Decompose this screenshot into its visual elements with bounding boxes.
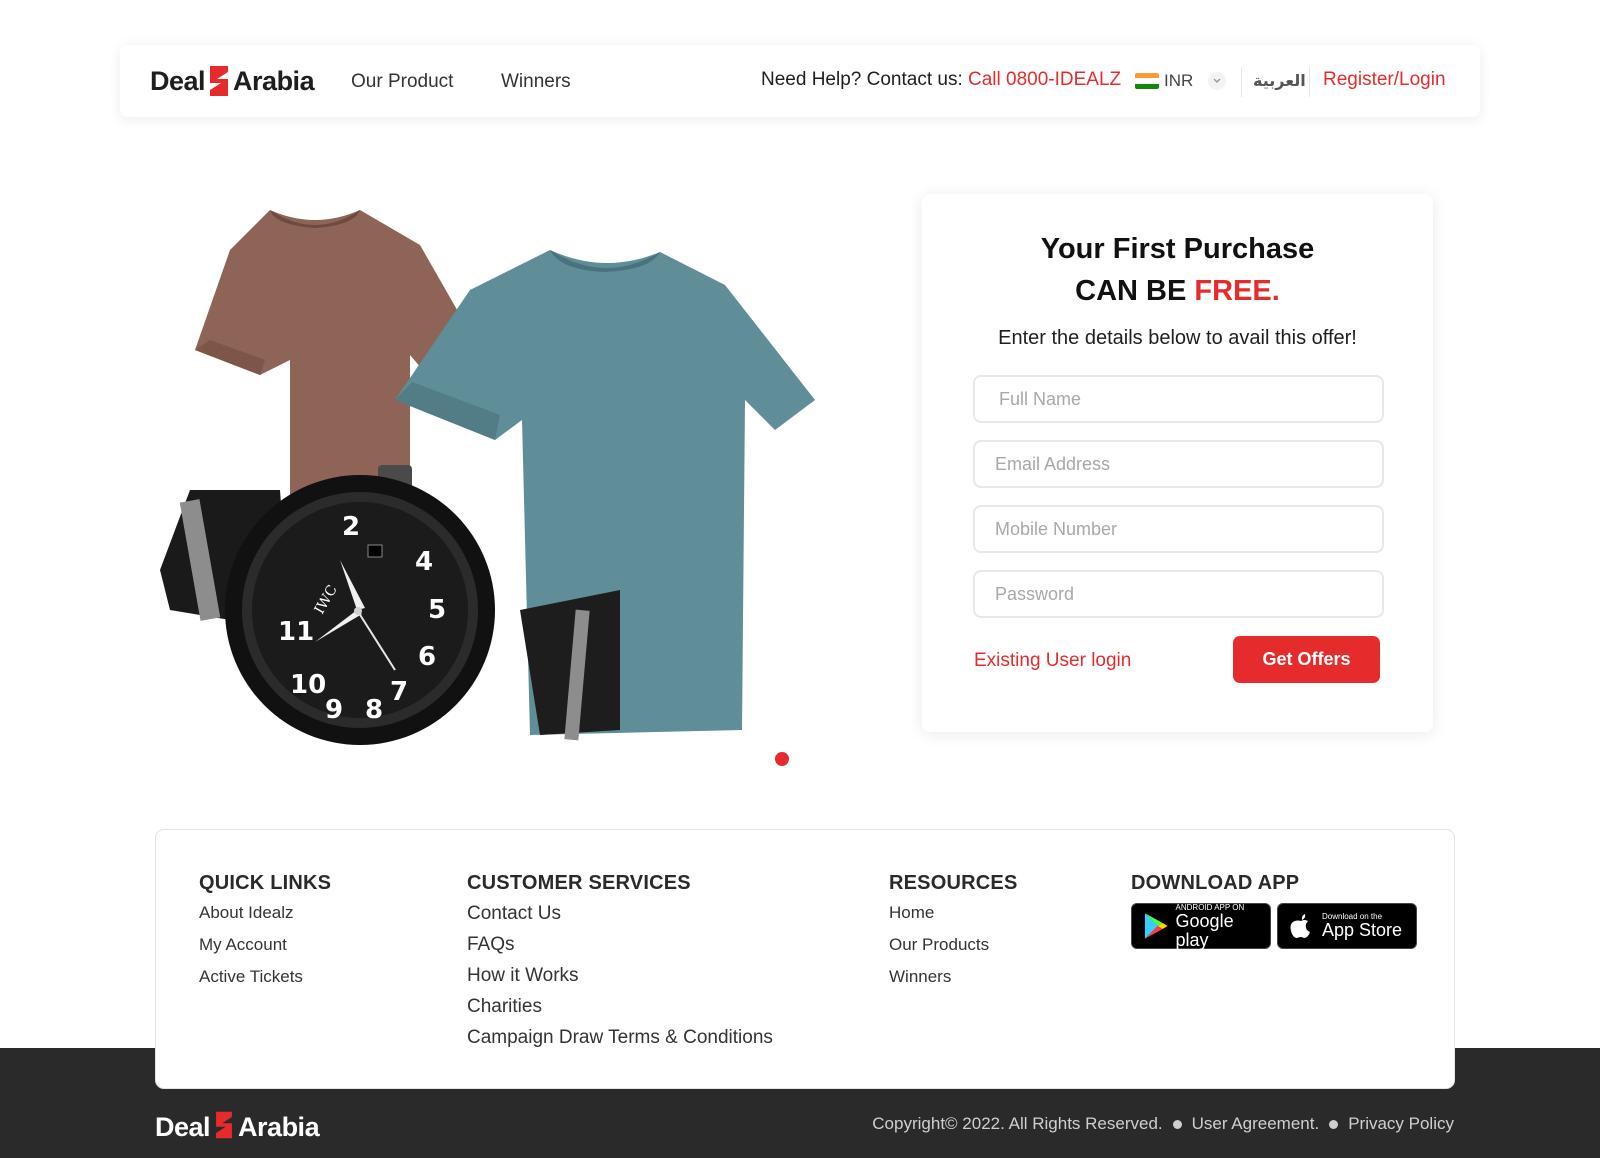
footer-link-my-account[interactable]: My Account — [199, 935, 331, 955]
privacy-policy-link[interactable]: Privacy Policy — [1348, 1114, 1454, 1134]
offer-title-can-be: CAN BE — [1075, 275, 1187, 307]
download-app-heading: DOWNLOAD APP — [1131, 872, 1300, 894]
footer-link-our-products[interactable]: Our Products — [889, 935, 1018, 955]
footer-logo-text-right: Arabia — [238, 1111, 320, 1142]
footer-legal: Copyright© 2022. All Rights Reserved. Us… — [872, 1114, 1454, 1134]
divider — [1241, 67, 1242, 97]
quick-links-column: QUICK LINKS About Idealz My Account Acti… — [199, 872, 331, 999]
footer-link-faqs[interactable]: FAQs — [467, 934, 773, 956]
footer-link-about[interactable]: About Idealz — [199, 903, 331, 923]
svg-text:8: 8 — [365, 695, 383, 725]
google-play-icon — [1144, 913, 1168, 939]
svg-text:9: 9 — [325, 695, 343, 725]
customer-services-column: CUSTOMER SERVICES Contact Us FAQs How it… — [467, 872, 773, 1058]
resources-column: RESOURCES Home Our Products Winners — [889, 872, 1018, 999]
language-arabic-link[interactable]: العربية — [1253, 71, 1306, 91]
footer-link-home[interactable]: Home — [889, 903, 1018, 923]
footer-links-card: QUICK LINKS About Idealz My Account Acti… — [155, 829, 1455, 1089]
logo-text-left: Deal — [150, 65, 206, 96]
offer-title-line2: CAN BE FREE. — [922, 275, 1433, 308]
nav-our-product[interactable]: Our Product — [351, 71, 453, 93]
email-field[interactable] — [973, 440, 1384, 488]
help-phone-link[interactable]: Call 0800-IDEALZ — [968, 69, 1121, 90]
app-store-badge[interactable]: Download on the App Store — [1277, 903, 1417, 949]
apple-icon — [1290, 914, 1310, 938]
bullet — [1172, 1119, 1182, 1129]
currency-selector[interactable]: INR — [1135, 71, 1193, 91]
existing-user-login-link[interactable]: Existing User login — [974, 650, 1131, 672]
footer-link-how-it-works[interactable]: How it Works — [467, 965, 773, 987]
customer-services-heading: CUSTOMER SERVICES — [467, 872, 691, 894]
apple-badge-big: App Store — [1322, 920, 1403, 940]
nav-winners[interactable]: Winners — [501, 71, 571, 93]
google-badge-big: Google play — [1175, 910, 1234, 950]
footer-brand-logo[interactable]: Deal Arabia — [155, 1110, 320, 1144]
svg-text:6: 6 — [418, 642, 436, 672]
help-text: Need Help? Contact us: — [761, 69, 963, 90]
footer-link-winners[interactable]: Winners — [889, 967, 1018, 987]
hero-product-image: 2 4 5 6 7 8 9 10 11 IWC — [150, 190, 830, 750]
offer-title-line1: Your First Purchase — [1040, 233, 1315, 265]
user-agreement-link[interactable]: User Agreement. — [1192, 1114, 1320, 1134]
bullet — [1329, 1119, 1339, 1129]
quick-links-heading: QUICK LINKS — [199, 872, 332, 894]
india-flag-icon — [1135, 73, 1159, 89]
footer-link-contact-us[interactable]: Contact Us — [467, 903, 773, 925]
footer-link-active-tickets[interactable]: Active Tickets — [199, 967, 331, 987]
divider — [1309, 67, 1310, 97]
svg-text:5: 5 — [428, 595, 446, 625]
currency-label: INR — [1164, 71, 1194, 90]
svg-text:10: 10 — [290, 670, 326, 700]
copyright-text: Copyright© 2022. All Rights Reserved. — [872, 1114, 1163, 1133]
get-offers-button[interactable]: Get Offers — [1233, 636, 1380, 683]
top-header: Deal Arabia Our Product Winners Need Hel… — [120, 45, 1480, 117]
register-login-link[interactable]: Register/Login — [1323, 69, 1446, 91]
password-field[interactable] — [973, 570, 1384, 618]
google-play-badge[interactable]: ANDROID APP ON Google play — [1131, 903, 1271, 949]
offer-subtitle: Enter the details below to avail this of… — [998, 327, 1357, 349]
offer-title-free: FREE. — [1194, 275, 1280, 307]
footer-logo-text-left: Deal — [155, 1111, 211, 1142]
svg-text:7: 7 — [390, 677, 408, 707]
help-contact: Need Help? Contact us: Call 0800-IDEALZ — [761, 69, 1121, 91]
brand-logo[interactable]: Deal Arabia — [150, 64, 315, 98]
svg-text:4: 4 — [415, 547, 433, 577]
footer-logo-z-mark — [213, 1110, 235, 1144]
logo-z-mark — [208, 64, 230, 98]
logo-text-right: Arabia — [233, 65, 315, 96]
carousel-dot[interactable] — [775, 752, 789, 766]
resources-heading: RESOURCES — [889, 872, 1018, 894]
app-badges: ANDROID APP ON Google play Download on t… — [1131, 903, 1417, 949]
full-name-field[interactable] — [973, 375, 1384, 423]
mobile-field[interactable] — [973, 505, 1384, 553]
footer-link-charities[interactable]: Charities — [467, 996, 773, 1018]
footer-link-campaign-terms[interactable]: Campaign Draw Terms & Conditions — [467, 1027, 773, 1049]
chevron-down-icon[interactable] — [1208, 72, 1226, 90]
svg-text:2: 2 — [342, 512, 360, 542]
download-app-column: DOWNLOAD APP ANDROID APP ON Google play — [1131, 872, 1417, 949]
offer-signup-card: Your First Purchase CAN BE FREE. Enter t… — [922, 194, 1433, 732]
svg-text:11: 11 — [278, 617, 314, 647]
